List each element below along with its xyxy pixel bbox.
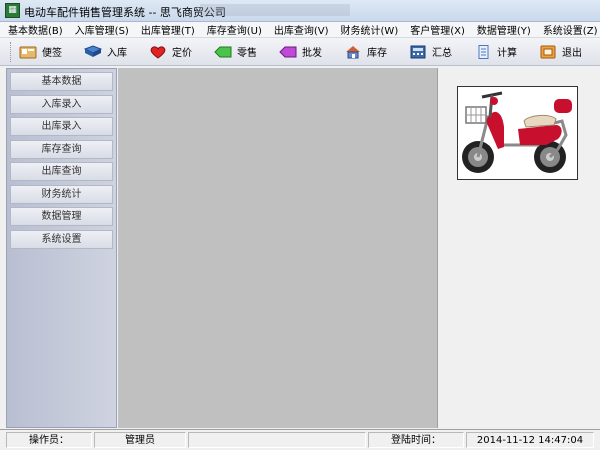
notes-icon (19, 46, 37, 58)
menu-finance-stats[interactable]: 财务统计(W) (341, 22, 399, 37)
title-bar: ▦ 电动车配件销售管理系统 -- 思飞商贸公司 (0, 0, 600, 22)
app-icon: ▦ (5, 3, 20, 18)
menu-inventory-query[interactable]: 库存查询(U) (207, 22, 262, 37)
menu-customer-mgmt[interactable]: 客户管理(X) (410, 22, 465, 37)
status-bar: 操作员： 管理员 登陆时间： 2014-11-12 14:47:04 (0, 429, 600, 450)
scooter-illustration (462, 91, 572, 173)
sidebar-item-finance-stats[interactable]: 财务统计 (10, 184, 113, 204)
book-icon (84, 44, 102, 57)
green-tag-icon (214, 46, 232, 57)
menu-stock-out[interactable]: 出库管理(T) (141, 22, 195, 37)
toolbar-calculate-label: 计算 (497, 48, 517, 59)
toolbar-exit-button[interactable]: 退出 (539, 40, 582, 64)
toolbar: 便签 入库 定价 零售 批发 库存 汇总 计算 退出 (0, 38, 600, 66)
sidebar-item-data-mgmt[interactable]: 数据管理 (10, 207, 113, 226)
sidebar: 基本数据 入库录入 出库录入 库存查询 出库查询 财务统计 数据管理 系统设置 (6, 68, 117, 428)
document-icon (478, 44, 489, 59)
sidebar-item-basic-data[interactable]: 基本数据 (10, 72, 113, 91)
toolbar-retail-label: 零售 (237, 48, 257, 59)
menu-bar: 基本数据(B) 入库管理(S) 出库管理(T) 库存查询(U) 出库查询(V) … (0, 22, 600, 38)
toolbar-wholesale-label: 批发 (302, 48, 322, 59)
sidebar-item-inventory-query[interactable]: 库存查询 (10, 139, 113, 159)
heart-icon (150, 45, 166, 59)
toolbar-retail-button[interactable]: 零售 (214, 40, 257, 64)
toolbar-inventory-button[interactable]: 库存 (344, 40, 387, 64)
menu-outbound-query[interactable]: 出库查询(V) (274, 22, 329, 37)
sidebar-item-system-settings[interactable]: 系统设置 (10, 229, 113, 249)
menu-system-settings[interactable]: 系统设置(Z) (543, 22, 598, 37)
status-blank (188, 432, 366, 448)
house-icon (346, 45, 360, 58)
toolbar-exit-label: 退出 (562, 48, 582, 59)
toolbar-grip (10, 41, 11, 62)
exit-icon (540, 45, 556, 58)
status-operator-label: 操作员： (6, 432, 92, 448)
sidebar-item-stock-out-entry[interactable]: 出库录入 (10, 117, 113, 136)
toolbar-notes-button[interactable]: 便签 (19, 40, 62, 64)
title-ghost-overlay (200, 4, 350, 16)
toolbar-wholesale-button[interactable]: 批发 (279, 40, 322, 64)
toolbar-stock-in-label: 入库 (107, 48, 127, 59)
menu-data-mgmt[interactable]: 数据管理(Y) (477, 22, 531, 37)
main-workspace (118, 68, 437, 428)
calculator-icon (410, 45, 426, 58)
toolbar-calculate-button[interactable]: 计算 (474, 40, 517, 64)
window-title: 电动车配件销售管理系统 -- 思飞商贸公司 (24, 6, 226, 19)
toolbar-pricing-label: 定价 (172, 48, 192, 59)
sidebar-item-stock-in-entry[interactable]: 入库录入 (10, 94, 113, 114)
status-operator-value: 管理员 (94, 432, 186, 448)
purple-tag-icon (279, 46, 297, 57)
toolbar-summary-button[interactable]: 汇总 (409, 40, 452, 64)
toolbar-stock-in-button[interactable]: 入库 (84, 40, 127, 64)
toolbar-pricing-button[interactable]: 定价 (149, 40, 192, 64)
status-login-label: 登陆时间： (368, 432, 464, 448)
toolbar-summary-label: 汇总 (432, 48, 452, 59)
scooter-image (457, 86, 578, 180)
toolbar-inventory-label: 库存 (367, 48, 387, 59)
toolbar-notes-label: 便签 (42, 48, 62, 59)
sidebar-item-outbound-query[interactable]: 出库查询 (10, 162, 113, 181)
status-login-value: 2014-11-12 14:47:04 (466, 432, 594, 448)
menu-stock-in[interactable]: 入库管理(S) (75, 22, 129, 37)
menu-basic-data[interactable]: 基本数据(B) (8, 22, 63, 37)
